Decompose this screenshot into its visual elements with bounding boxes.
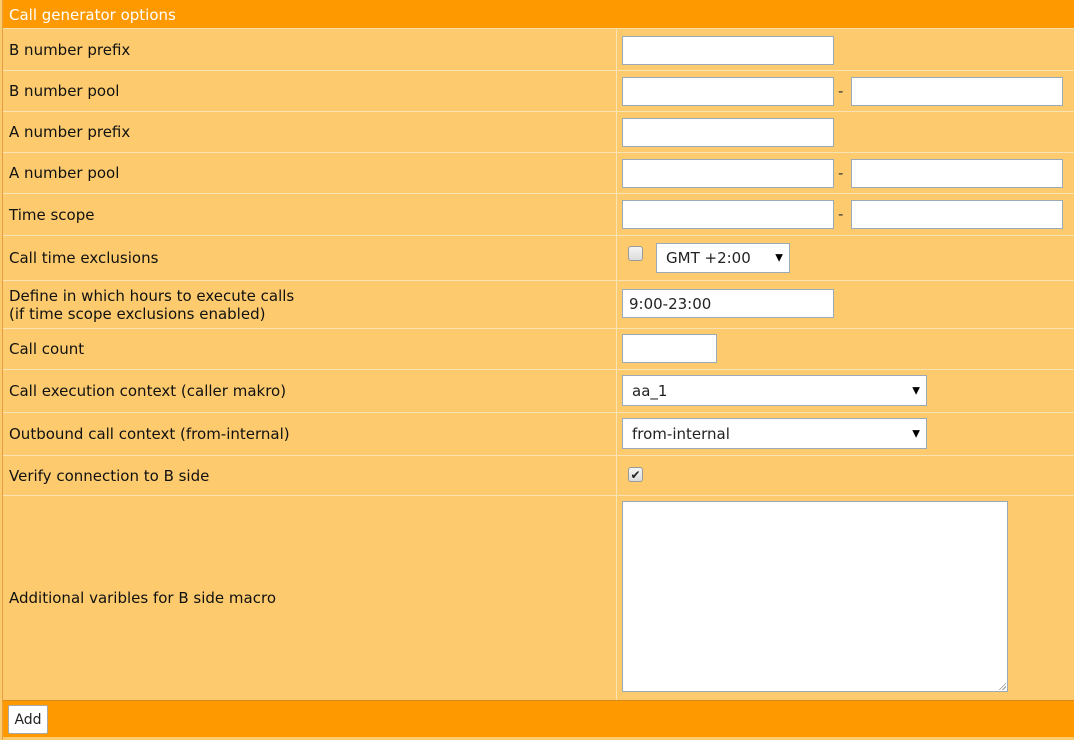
call-count-input[interactable] <box>622 334 717 363</box>
row-call-count: Call count <box>3 329 1074 370</box>
column-divider <box>616 281 617 328</box>
a-number-pool-from-input[interactable] <box>622 159 834 188</box>
resize-grip-icon[interactable] <box>998 682 1006 690</box>
column-divider <box>616 194 617 235</box>
column-divider <box>616 370 617 412</box>
call-count-label: Call count <box>9 340 85 358</box>
time-scope-label: Time scope <box>9 205 95 224</box>
column-divider <box>616 496 617 700</box>
b-number-prefix-input[interactable] <box>622 36 834 65</box>
call-generator-form: Call generator options B number prefix B… <box>2 0 1074 740</box>
checkmark-icon: ✔ <box>630 467 641 482</box>
row-additional-variables: Additional varibles for B side macro <box>3 496 1074 700</box>
a-number-pool-label: A number pool <box>9 164 120 182</box>
verify-connection-checkbox[interactable]: ✔ <box>628 467 643 482</box>
outbound-call-context-label: Outbound call context (from-internal) <box>9 425 290 443</box>
timezone-select[interactable]: GMT +2:00 ▼ <box>656 243 790 273</box>
timezone-selected-value: GMT +2:00 <box>666 249 751 267</box>
a-number-prefix-input[interactable] <box>622 118 834 147</box>
column-divider <box>616 236 617 280</box>
call-time-exclusions-label: Call time exclusions <box>9 249 159 267</box>
row-b-number-prefix: B number prefix <box>3 29 1074 71</box>
row-outbound-call-context: Outbound call context (from-internal) fr… <box>3 413 1074 456</box>
column-divider <box>616 329 617 369</box>
exclusions-checkbox[interactable] <box>628 246 643 261</box>
column-divider <box>616 71 617 111</box>
column-divider <box>616 153 617 193</box>
outbound-call-context-value: from-internal <box>632 424 730 443</box>
chevron-down-icon: ▼ <box>775 252 783 264</box>
b-number-pool-from-input[interactable] <box>622 77 834 106</box>
time-scope-to-input[interactable] <box>851 200 1063 229</box>
row-call-execution-context: Call execution context (caller makro) aa… <box>3 370 1074 413</box>
call-execution-context-label: Call execution context (caller makro) <box>9 382 287 400</box>
verify-connection-label: Verify connection to B side <box>9 466 210 485</box>
column-divider <box>616 456 617 495</box>
row-verify-connection: Verify connection to B side ✔ <box>3 456 1074 496</box>
a-number-pool-to-input[interactable] <box>851 159 1063 188</box>
column-divider <box>616 413 617 455</box>
row-b-number-pool: B number pool - <box>3 71 1074 112</box>
row-a-number-pool: A number pool - <box>3 153 1074 194</box>
time-scope-from-input[interactable] <box>622 200 834 229</box>
additional-variables-textarea[interactable] <box>622 501 1008 692</box>
row-time-scope: Time scope - <box>3 194 1074 236</box>
additional-variables-label: Additional varibles for B side macro <box>9 589 276 607</box>
call-execution-context-value: aa_1 <box>632 381 668 400</box>
form-footer: Add <box>3 700 1074 738</box>
column-divider <box>616 29 617 70</box>
form-title: Call generator options <box>3 0 1074 29</box>
row-execution-hours: Define in which hours to execute calls (… <box>3 281 1074 329</box>
b-number-prefix-label: B number prefix <box>9 40 131 59</box>
call-execution-context-select[interactable]: aa_1 ▼ <box>622 375 927 406</box>
execution-hours-label-line2: (if time scope exclusions enabled) <box>9 304 266 323</box>
range-separator: - <box>838 82 844 100</box>
outbound-call-context-select[interactable]: from-internal ▼ <box>622 418 927 449</box>
row-a-number-prefix: A number prefix <box>3 112 1074 153</box>
b-number-pool-label: B number pool <box>9 82 120 100</box>
row-call-time-exclusions: Call time exclusions GMT +2:00 ▼ <box>3 236 1074 281</box>
range-separator: - <box>838 205 844 223</box>
add-button[interactable]: Add <box>8 705 48 734</box>
execution-hours-label: Define in which hours to execute calls (… <box>9 281 609 328</box>
chevron-down-icon: ▼ <box>912 385 920 396</box>
execution-hours-input[interactable] <box>622 289 834 318</box>
execution-hours-label-line1: Define in which hours to execute calls <box>9 286 295 305</box>
column-divider <box>616 112 617 152</box>
chevron-down-icon: ▼ <box>912 428 920 439</box>
range-separator: - <box>838 164 844 182</box>
a-number-prefix-label: A number prefix <box>9 123 131 141</box>
b-number-pool-to-input[interactable] <box>851 77 1063 106</box>
